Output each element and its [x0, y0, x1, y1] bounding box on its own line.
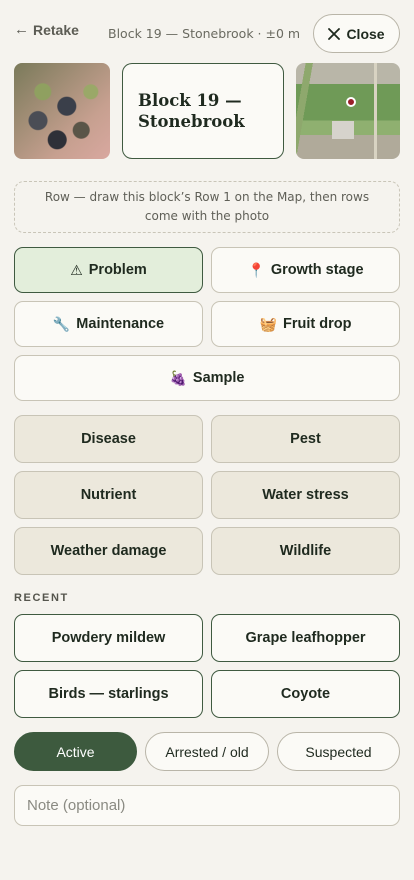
close-button[interactable]: Close [313, 14, 400, 53]
type-growth-stage-button[interactable]: 📍 Growth stage [211, 247, 400, 293]
type-label: Growth stage [270, 262, 364, 278]
status-active-pill[interactable]: Active [14, 732, 137, 771]
category-wildlife[interactable]: Wildlife [211, 527, 400, 575]
pin-icon: 📍 [247, 261, 265, 278]
map-thumbnail[interactable] [296, 63, 400, 159]
type-sample-button[interactable]: 🍇 Sample [14, 355, 400, 401]
type-label: Fruit drop [282, 316, 352, 332]
breadcrumb: Block 19 — Stonebrook · ±0 m [108, 26, 301, 41]
type-problem-button[interactable]: ⚠ Problem [14, 247, 203, 293]
category-disease[interactable]: Disease [14, 415, 203, 463]
wrench-icon: 🔧 [52, 315, 71, 332]
category-water-stress[interactable]: Water stress [211, 471, 400, 519]
category-weather-damage[interactable]: Weather damage [14, 527, 203, 575]
note-input[interactable] [14, 785, 400, 826]
map-road [374, 63, 377, 159]
recent-item[interactable]: Coyote [211, 670, 400, 718]
retake-button[interactable]: ← Retake [14, 21, 79, 38]
close-icon [328, 27, 341, 40]
close-label: Close [346, 25, 385, 42]
retake-label: Retake [33, 21, 79, 38]
location-pin-icon [346, 97, 356, 107]
type-fruit-drop-button[interactable]: 🧺 Fruit drop [211, 301, 400, 347]
block-title: Block 19 — Stonebrook [138, 91, 245, 131]
arrow-left-icon: ← [14, 21, 29, 38]
status-suspected-pill[interactable]: Suspected [277, 732, 400, 771]
type-label: Problem [88, 262, 147, 278]
grapes-icon: 🍇 [169, 369, 187, 386]
photo-thumbnail[interactable] [14, 63, 110, 159]
recent-heading: RECENT [14, 592, 69, 604]
recent-item[interactable]: Grape leafhopper [211, 614, 400, 662]
warning-icon: ⚠ [70, 261, 83, 278]
recent-item[interactable]: Birds — starlings [14, 670, 203, 718]
map-building [332, 121, 354, 139]
category-nutrient[interactable]: Nutrient [14, 471, 203, 519]
basket-icon: 🧺 [259, 315, 277, 332]
recent-item[interactable]: Powdery mildew [14, 614, 203, 662]
top-bar: ← Retake Block 19 — Stonebrook · ±0 m Cl… [0, 0, 414, 62]
block-card[interactable]: Block 19 — Stonebrook [122, 63, 284, 159]
row-hint[interactable]: Row — draw this block’s Row 1 on the Map… [14, 181, 400, 233]
type-label: Sample [192, 370, 245, 386]
type-label: Maintenance [76, 316, 165, 332]
status-arrested-pill[interactable]: Arrested / old [145, 732, 269, 771]
type-maintenance-button[interactable]: 🔧 Maintenance [14, 301, 203, 347]
category-pest[interactable]: Pest [211, 415, 400, 463]
